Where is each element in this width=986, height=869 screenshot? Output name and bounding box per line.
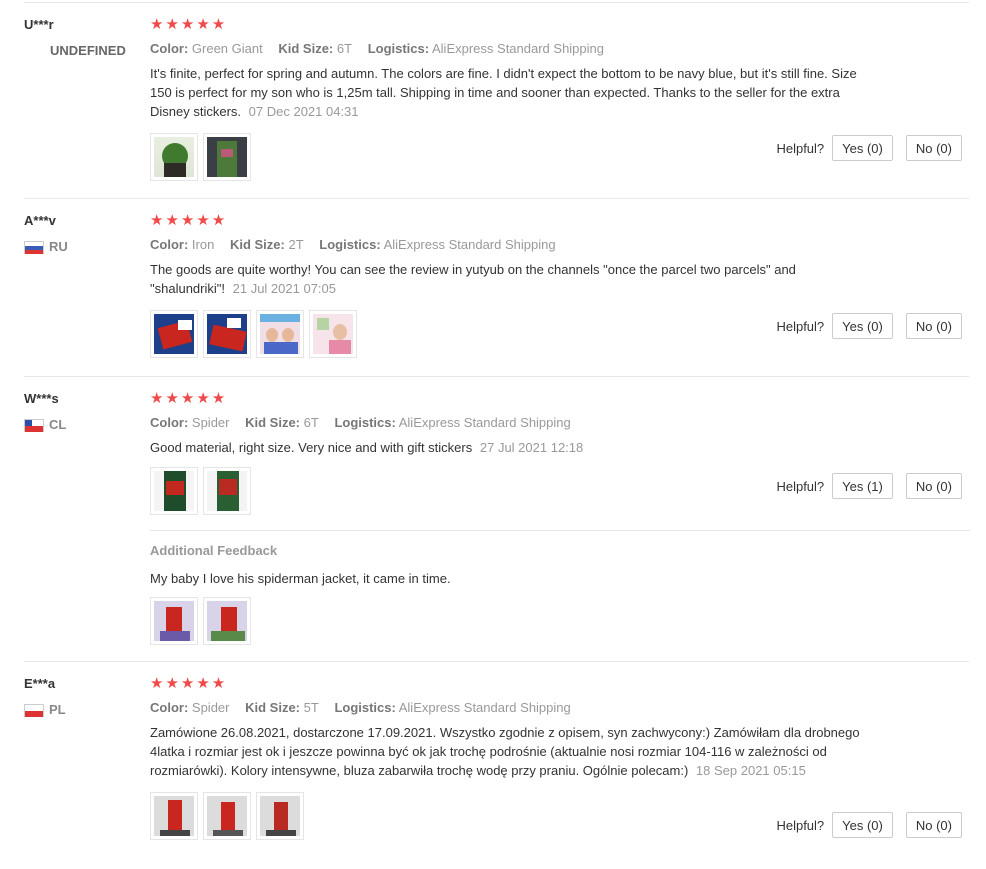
attr-value: AliExpress Standard Shipping — [398, 415, 571, 430]
helpful-no-button[interactable]: No (0) — [905, 812, 962, 838]
review-photo[interactable] — [256, 792, 304, 840]
star-rating: ★★★★★ — [150, 390, 228, 407]
review-date: 18 Sep 2021 05:15 — [695, 763, 806, 778]
helpful-yes-button[interactable]: Yes (0) — [832, 313, 893, 339]
reviewer-country: UNDEFINED — [50, 43, 126, 58]
attr-label: Kid Size: — [245, 415, 301, 430]
star-rating: ★★★★★ — [150, 212, 228, 229]
review-photo[interactable] — [150, 597, 198, 645]
helpful-no-button[interactable]: No (0) — [905, 135, 962, 161]
reviewer-info: A***v RU — [24, 212, 68, 256]
review-date: 27 Jul 2021 12:18 — [479, 440, 584, 455]
review-attributes: Color: Green Giant Kid Size: 6T Logistic… — [150, 40, 970, 58]
attr-label: Logistics: — [319, 237, 381, 252]
additional-feedback-text: My baby I love his spiderman jacket, it … — [150, 571, 451, 586]
review-photo[interactable] — [203, 792, 251, 840]
reviewer-country: PL — [24, 701, 66, 719]
helpful-yes-button[interactable]: Yes (0) — [832, 135, 893, 161]
review-attributes: Color: Spider Kid Size: 5T Logistics: Al… — [150, 699, 970, 717]
review-photo[interactable] — [203, 467, 251, 515]
attr-label: Kid Size: — [245, 700, 301, 715]
review-divider — [24, 661, 969, 662]
review-photo[interactable] — [150, 792, 198, 840]
reviewer-name: U***r — [24, 17, 54, 32]
review-text: The goods are quite worthy! You can see … — [150, 260, 860, 298]
country-code: CL — [49, 417, 67, 432]
review-photo[interactable] — [150, 133, 198, 181]
country-code: RU — [49, 239, 68, 254]
helpful-controls: Helpful? Yes (0) No (0) — [776, 812, 962, 838]
attr-label: Logistics: — [334, 700, 396, 715]
review-body: Good material, right size. Very nice and… — [150, 440, 473, 455]
review-photo[interactable] — [150, 310, 198, 358]
review-text: It's finite, perfect for spring and autu… — [150, 64, 860, 121]
helpful-yes-button[interactable]: Yes (0) — [832, 812, 893, 838]
review-attributes: Color: Iron Kid Size: 2T Logistics: AliE… — [150, 236, 970, 254]
review-divider — [24, 376, 969, 377]
helpful-controls: Helpful? Yes (1) No (0) — [776, 473, 962, 499]
reviewer-country: RU — [24, 238, 68, 256]
attr-value: 6T — [303, 415, 319, 430]
review-photo[interactable] — [203, 133, 251, 181]
reviewer-name: W***s — [24, 391, 59, 406]
attr-value: Spider — [191, 700, 230, 715]
attr-value: Green Giant — [191, 41, 263, 56]
helpful-label: Helpful? — [776, 318, 825, 334]
helpful-label: Helpful? — [776, 817, 825, 833]
review-photo[interactable] — [203, 310, 251, 358]
country-code: PL — [49, 702, 66, 717]
star-rating: ★★★★★ — [150, 675, 228, 692]
helpful-no-button[interactable]: No (0) — [905, 313, 962, 339]
helpful-label: Helpful? — [776, 140, 825, 156]
flag-cl-icon — [24, 418, 44, 432]
attr-label: Color: — [150, 700, 189, 715]
top-divider — [24, 2, 969, 3]
review-photo[interactable] — [150, 467, 198, 515]
additional-divider — [150, 530, 970, 531]
review-photo[interactable] — [203, 597, 251, 645]
review-text: Zamówione 26.08.2021, dostarczone 17.09.… — [150, 723, 860, 780]
reviewer-info: E***a PL — [24, 675, 66, 719]
flag-pl-icon — [24, 703, 44, 717]
helpful-yes-button[interactable]: Yes (1) — [832, 473, 893, 499]
attr-value: 2T — [288, 237, 304, 252]
attr-label: Logistics: — [367, 41, 430, 56]
attr-label: Color: — [150, 237, 189, 252]
helpful-label: Helpful? — [776, 478, 825, 494]
review-date: 21 Jul 2021 07:05 — [232, 281, 336, 296]
attr-value: AliExpress Standard Shipping — [432, 41, 604, 56]
attr-value: Spider — [191, 415, 230, 430]
review-photo[interactable] — [309, 310, 357, 358]
attr-label: Logistics: — [334, 415, 396, 430]
attr-label: Kid Size: — [229, 237, 285, 252]
reviewer-info: U***r UNDEFINED — [24, 16, 126, 60]
helpful-controls: Helpful? Yes (0) No (0) — [776, 313, 962, 339]
additional-photos — [150, 597, 251, 645]
attr-value: AliExpress Standard Shipping — [383, 237, 556, 252]
attr-value: AliExpress Standard Shipping — [398, 700, 571, 715]
helpful-controls: Helpful? Yes (0) No (0) — [776, 135, 962, 161]
review-attributes: Color: Spider Kid Size: 6T Logistics: Al… — [150, 414, 970, 432]
attr-value: 5T — [303, 700, 319, 715]
review-photo[interactable] — [256, 310, 304, 358]
attr-label: Kid Size: — [278, 41, 334, 56]
additional-feedback-title: Additional Feedback — [150, 543, 278, 558]
attr-value: 6T — [336, 41, 353, 56]
attr-label: Color: — [150, 415, 189, 430]
attr-label: Color: — [150, 41, 189, 56]
star-rating: ★★★★★ — [150, 16, 228, 33]
reviewer-name: E***a — [24, 676, 56, 691]
attr-value: Iron — [191, 237, 215, 252]
reviewer-info: W***s CL — [24, 390, 66, 434]
review-date: 07 Dec 2021 04:31 — [248, 104, 359, 119]
reviewer-country: CL — [24, 416, 66, 434]
review-text: Good material, right size. Very nice and… — [150, 438, 860, 457]
helpful-no-button[interactable]: No (0) — [905, 473, 962, 499]
flag-ru-icon — [24, 240, 44, 254]
review-divider — [24, 198, 969, 199]
reviewer-name: A***v — [24, 213, 56, 228]
